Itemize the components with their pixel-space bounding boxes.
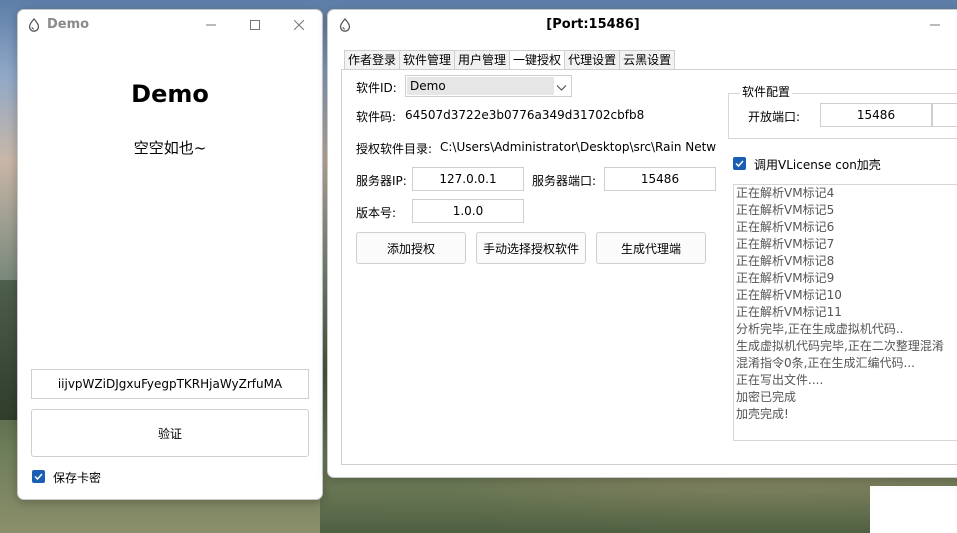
log-line: 混淆指令0条,正在生成汇编代码...	[736, 356, 915, 370]
log-line: 正在解析VM标记6	[736, 220, 835, 234]
main-titlebar[interactable]: [Port:15486]	[328, 10, 957, 40]
generate-proxy-button[interactable]: 生成代理端	[596, 232, 706, 264]
open-port-label: 开放端口:	[748, 110, 801, 124]
log-line: 正在解析VM标记10	[736, 288, 842, 302]
checkmark-icon	[735, 160, 744, 168]
log-line: 正在解析VM标记4	[736, 186, 835, 200]
log-output[interactable]: 正在解析VM标记4 正在解析VM标记5 正在解析VM标记6 正在解析VM标记7 …	[733, 184, 957, 441]
select-software-button[interactable]: 手动选择授权软件	[476, 232, 586, 264]
log-line: 正在解析VM标记8	[736, 254, 835, 268]
tab-proxy-settings[interactable]: 代理设置	[564, 50, 621, 69]
log-line: 正在写出文件....	[736, 373, 824, 387]
chevron-down-icon	[556, 81, 567, 95]
version-input[interactable]: 1.0.0	[412, 199, 524, 223]
demo-window: Demo Demo 空空如也~ iijvpWZiDJgxuFyegpTKRHja…	[17, 9, 323, 500]
software-id-select[interactable]: Demo	[405, 75, 572, 97]
vlicense-label: 调用VLicense con加壳	[754, 158, 881, 172]
close-icon[interactable]	[286, 14, 312, 36]
log-line: 正在解析VM标记7	[736, 237, 835, 251]
tab-bar: 作者登录 软件管理 用户管理 一键授权 代理设置 云黑设置	[344, 50, 676, 70]
log-line: 分析完毕,正在生成虚拟机代码..	[736, 322, 904, 336]
server-port-label: 服务器端口:	[532, 174, 597, 188]
software-id-value: Demo	[407, 77, 554, 95]
tab-one-click-auth[interactable]: 一键授权	[509, 50, 566, 70]
verify-button-label: 验证	[157, 426, 182, 441]
tab-software-manage[interactable]: 软件管理	[399, 50, 456, 69]
demo-heading: Demo	[131, 80, 209, 108]
generate-proxy-button-label: 生成代理端	[620, 241, 681, 256]
log-line: 正在解析VM标记11	[736, 305, 842, 319]
open-port-extra-field[interactable]	[932, 103, 957, 127]
minimize-icon[interactable]	[198, 14, 224, 36]
auth-dir-label: 授权软件目录:	[356, 142, 433, 156]
demo-window-title: Demo	[47, 17, 90, 32]
add-auth-button-label: 添加授权	[386, 241, 435, 256]
main-window-title: [Port:15486]	[546, 17, 640, 32]
log-line: 正在解析VM标记5	[736, 203, 835, 217]
demo-titlebar[interactable]: Demo	[18, 10, 322, 40]
tab-user-manage[interactable]: 用户管理	[454, 50, 511, 69]
checkmark-icon	[34, 473, 43, 481]
software-config-title: 软件配置	[740, 83, 793, 100]
open-port-input[interactable]: 15486	[820, 103, 932, 127]
app-drop-icon	[27, 18, 41, 32]
tab-author-login[interactable]: 作者登录	[344, 50, 401, 69]
server-ip-label: 服务器IP:	[356, 174, 407, 188]
desktop-blank-area	[870, 486, 957, 533]
verify-button[interactable]: 验证	[31, 409, 309, 457]
tab-cloud-blacklist[interactable]: 云黑设置	[619, 50, 676, 69]
server-ip-input[interactable]: 127.0.0.1	[412, 167, 524, 191]
main-window: [Port:15486] 作者登录 软件管理 用户管理 一键授权 代理设置 云黑…	[327, 9, 957, 478]
add-auth-button[interactable]: 添加授权	[356, 232, 466, 264]
select-software-button-label: 手动选择授权软件	[482, 241, 579, 256]
software-code-value: 64507d3722e3b0776a349d31702cbfb8	[405, 108, 645, 122]
save-key-checkbox[interactable]	[32, 470, 45, 483]
log-line: 正在解析VM标记9	[736, 271, 835, 285]
log-line: 生成虚拟机代码完毕,正在二次整理混淆	[736, 339, 944, 353]
auth-dir-value: C:\Users\Administrator\Desktop\src\Rain …	[440, 140, 716, 154]
vlicense-checkbox[interactable]	[733, 157, 746, 170]
maximize-icon[interactable]	[242, 14, 268, 36]
server-port-input[interactable]: 15486	[604, 167, 716, 191]
demo-empty-message: 空空如也~	[133, 139, 207, 157]
minimize-icon[interactable]	[922, 14, 948, 36]
save-key-label: 保存卡密	[53, 471, 102, 485]
software-id-label: 软件ID:	[356, 81, 397, 95]
version-label: 版本号:	[356, 206, 397, 220]
software-code-label: 软件码:	[356, 110, 397, 124]
log-line: 加壳完成!	[736, 407, 789, 421]
card-key-input[interactable]: iijvpWZiDJgxuFyegpTKRHjaWyZrfuMA	[31, 369, 309, 399]
log-line: 加密已完成	[736, 390, 797, 404]
